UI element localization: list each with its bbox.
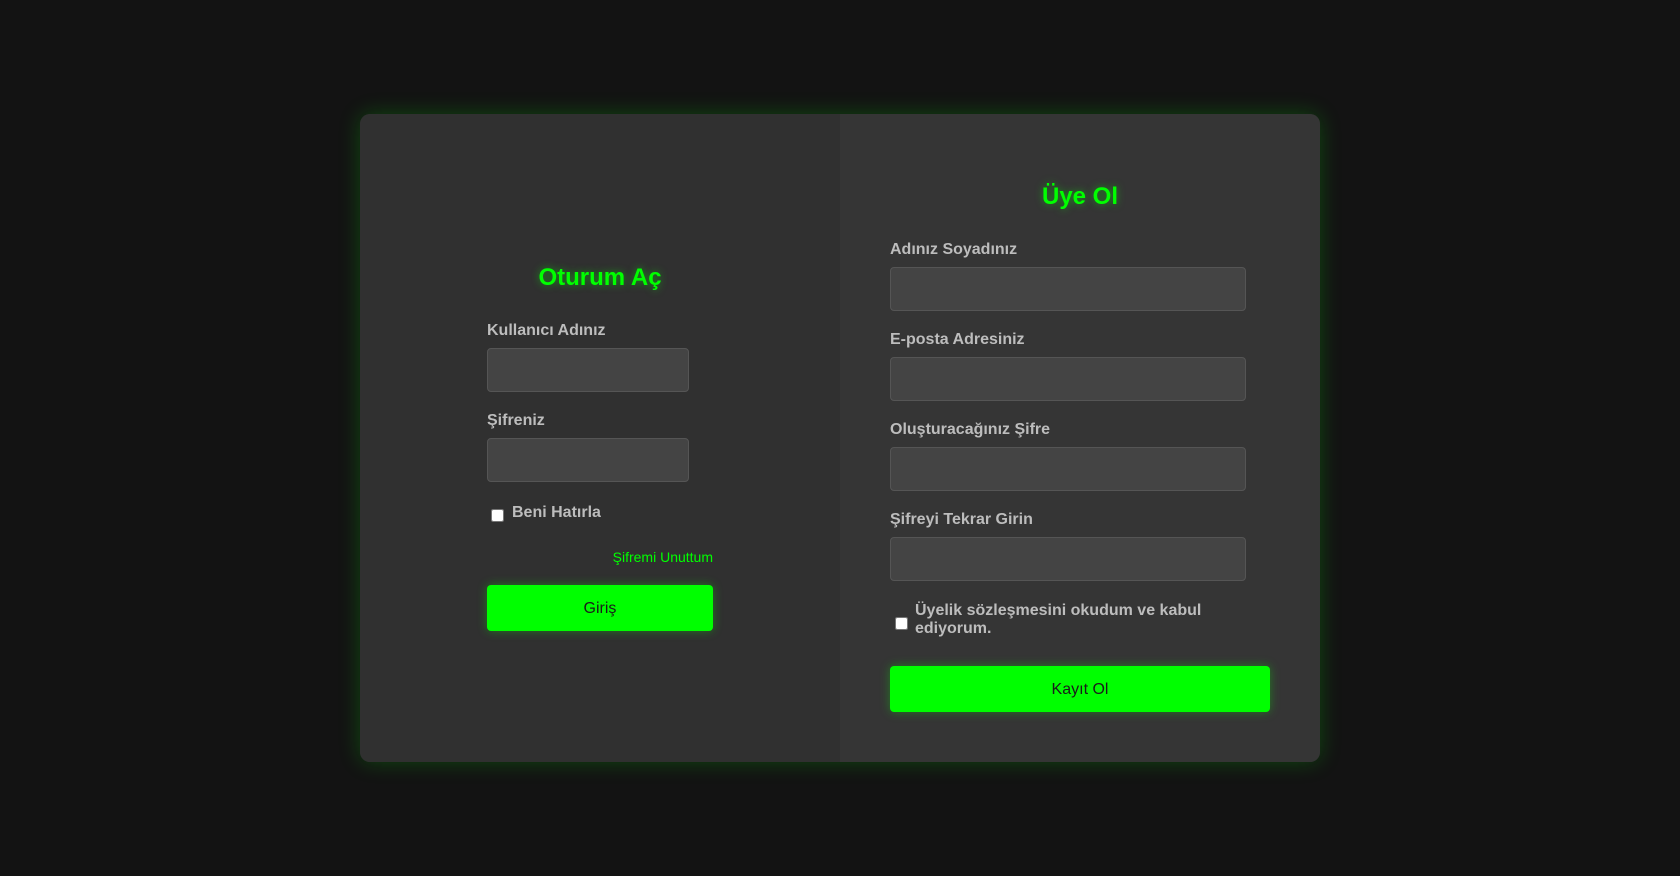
password-input[interactable] (487, 438, 689, 482)
register-panel: Üye Ol Adınız Soyadınız E-posta Adresini… (840, 114, 1320, 762)
register-title: Üye Ol (1041, 183, 1119, 210)
password-repeat-input[interactable] (890, 537, 1246, 581)
forgot-password-link[interactable]: Şifremi Unuttum (613, 549, 713, 565)
login-title: Oturum Aç (538, 264, 662, 291)
register-button[interactable]: Kayıt Ol (890, 666, 1270, 712)
username-label: Kullanıcı Adınız (487, 322, 606, 339)
new-password-input[interactable] (890, 447, 1246, 491)
fullname-input[interactable] (890, 267, 1246, 311)
remember-me-label[interactable]: Beni Hatırla (512, 504, 601, 522)
terms-checkbox[interactable] (895, 617, 908, 630)
email-input[interactable] (890, 357, 1246, 401)
auth-card: Oturum Aç Kullanıcı Adınız Şifreniz Beni… (360, 114, 1320, 762)
new-password-label: Oluşturacağınız Şifre (890, 421, 1051, 438)
email-label: E-posta Adresiniz (890, 331, 1025, 348)
password-label: Şifreniz (487, 412, 545, 429)
username-input[interactable] (487, 348, 689, 392)
fullname-label: Adınız Soyadınız (890, 241, 1018, 258)
remember-me-checkbox[interactable] (491, 509, 504, 522)
terms-label[interactable]: Üyelik sözleşmesini okudum ve kabul ediy… (915, 602, 1235, 638)
login-button[interactable]: Giriş (487, 585, 713, 631)
password-repeat-label: Şifreyi Tekrar Girin (890, 511, 1033, 528)
login-panel: Oturum Aç Kullanıcı Adınız Şifreniz Beni… (360, 114, 840, 762)
